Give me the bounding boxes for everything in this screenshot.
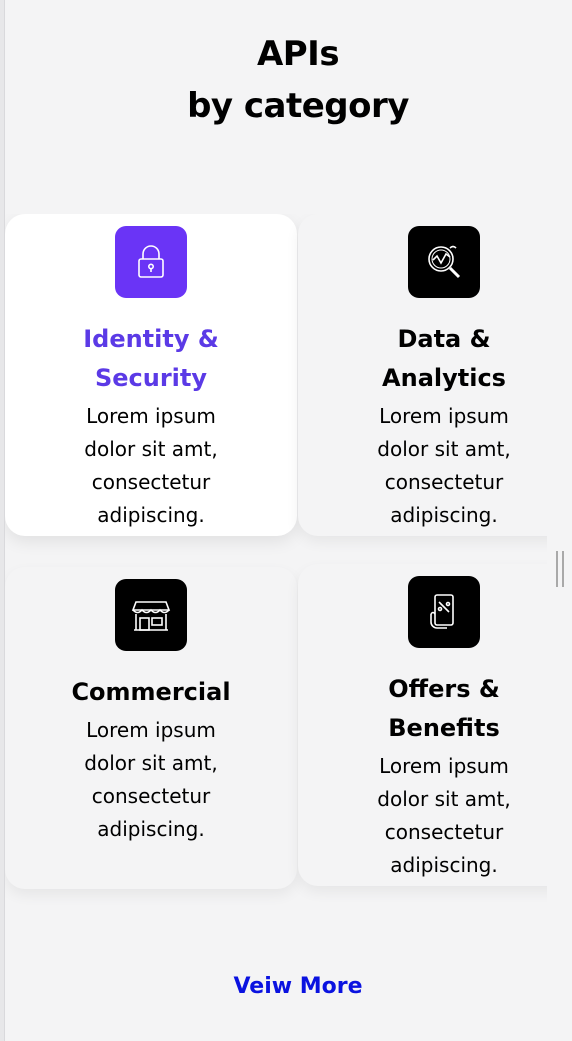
scroll-handle[interactable] — [556, 551, 564, 587]
analytics-search-icon — [408, 226, 480, 298]
card-description: Lorem ipsum dolor sit amt, consectetur a… — [84, 404, 218, 527]
category-card-data-analytics[interactable]: Data & Analytics Lorem ipsum dolor sit a… — [298, 214, 547, 536]
storefront-icon — [115, 579, 187, 651]
card-description: Lorem ipsum dolor sit amt, consectetur a… — [84, 718, 218, 841]
category-card-identity-security[interactable]: Identity & Security Lorem ipsum dolor si… — [5, 214, 297, 536]
category-grid: Identity & Security Lorem ipsum dolor si… — [5, 214, 547, 914]
category-card-commercial[interactable]: Commercial Lorem ipsum dolor sit amt, co… — [5, 567, 297, 889]
card-description: Lorem ipsum dolor sit amt, consectetur a… — [377, 404, 511, 527]
card-title: Data & Analytics — [382, 325, 506, 392]
card-description: Lorem ipsum dolor sit amt, consectetur a… — [377, 754, 511, 877]
section-title-line-2: by category — [187, 86, 409, 126]
lock-icon — [115, 226, 187, 298]
card-title: Offers & Benefits — [388, 675, 500, 742]
phone-offer-icon — [408, 576, 480, 648]
section-title-line-1: APIs — [256, 34, 340, 74]
category-card-offers-benefits[interactable]: Offers & Benefits Lorem ipsum dolor sit … — [298, 564, 547, 886]
section-title: APIs by category — [0, 28, 572, 132]
card-title: Identity & Security — [83, 325, 219, 392]
view-more-link[interactable]: Veiw More — [0, 974, 572, 999]
card-title: Commercial — [71, 678, 231, 706]
